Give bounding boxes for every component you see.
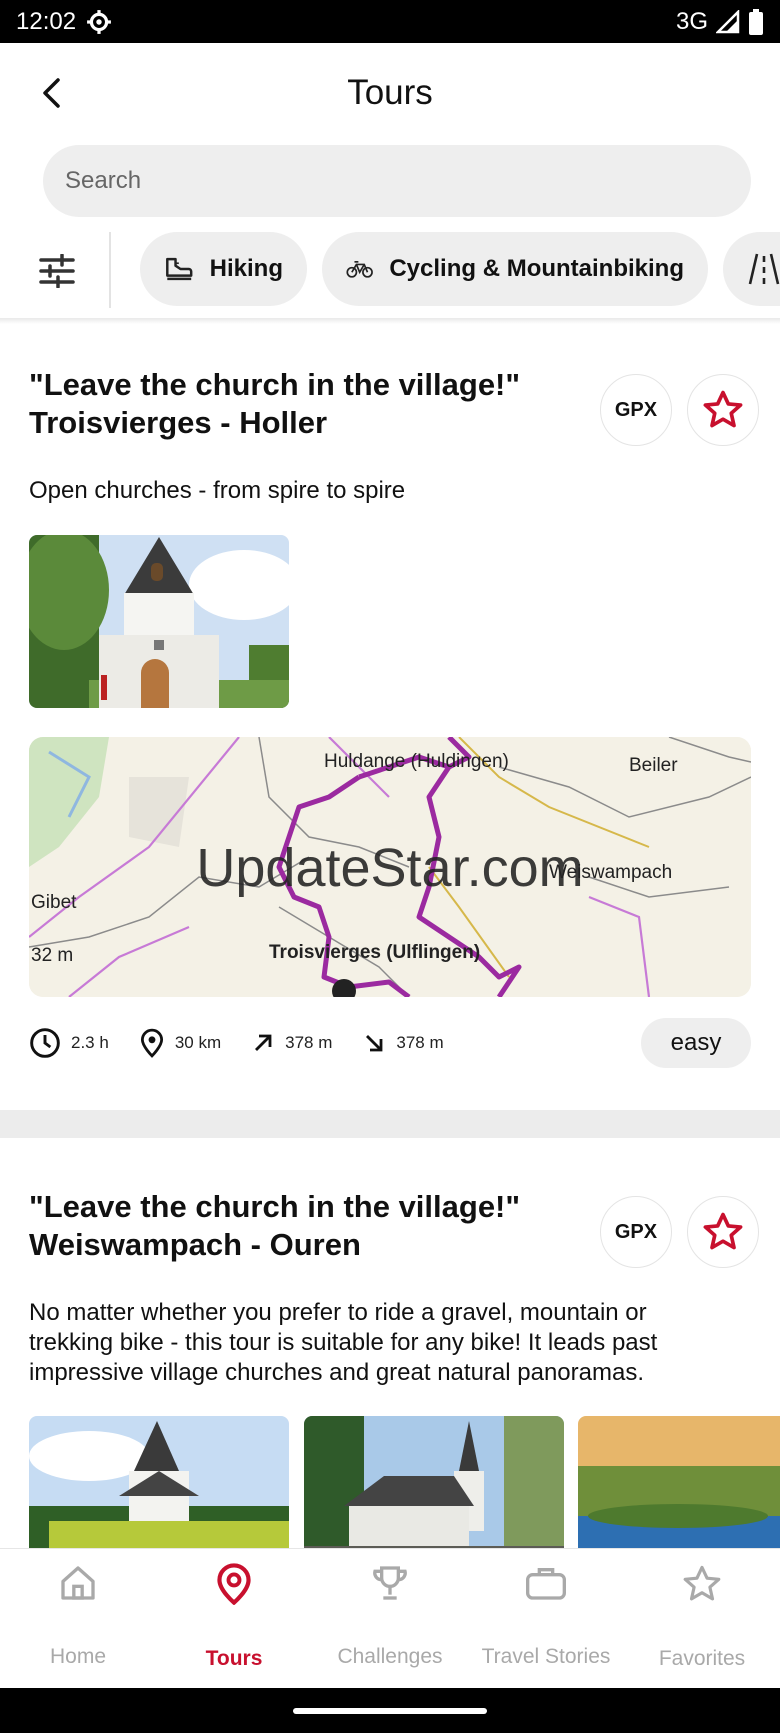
difficulty-badge: easy — [641, 1018, 751, 1068]
nav-favorites[interactable]: Favorites — [624, 1549, 780, 1688]
gpx-label: GPX — [614, 398, 658, 421]
gpx-label: GPX — [614, 1220, 658, 1243]
map-pin-icon — [217, 1563, 251, 1605]
star-outline-icon — [703, 1212, 743, 1250]
network-type: 3G — [675, 7, 708, 35]
stat-ascent: 378 m — [251, 1031, 332, 1055]
bottom-navigation: Home Tours Challenges Travel Stories Fav… — [0, 1548, 780, 1688]
lake-landscape-photo — [578, 1416, 780, 1548]
nav-tours[interactable]: Tours — [156, 1549, 312, 1688]
signal-icon — [716, 9, 740, 33]
location-pin-icon — [140, 1028, 163, 1058]
chip-label: Hiking — [209, 255, 283, 282]
filter-divider — [109, 232, 111, 308]
star-outline-icon — [703, 390, 743, 428]
map-label: Huldange (Huldingen) — [324, 751, 509, 772]
chip-label: Cycling & Mountainbiking — [389, 255, 684, 282]
status-time: 12:02 — [16, 7, 77, 35]
tour-description: No matter whether you prefer to ride a g… — [29, 1299, 658, 1386]
gpx-download-button[interactable]: GPX — [600, 374, 672, 446]
tour-map[interactable]: Huldange (Huldingen) Beiler Weiswampach … — [29, 737, 751, 997]
tour-card[interactable]: "Leave the church in the village!" Weisw… — [0, 1138, 780, 1548]
bicycle-icon — [346, 260, 373, 278]
watermark: UpdateStar.com — [196, 838, 584, 898]
search-input[interactable]: Search — [43, 145, 751, 217]
battery-icon — [749, 8, 763, 35]
descent-value: 378 m — [396, 1033, 444, 1052]
nav-home[interactable]: Home — [0, 1549, 156, 1688]
ascent-value: 378 m — [285, 1033, 333, 1052]
hiking-boot-icon — [166, 257, 193, 281]
tour-title: "Leave the church in the village!" Trois… — [29, 366, 569, 442]
stat-descent: 378 m — [362, 1031, 444, 1055]
road-icon — [748, 253, 780, 285]
map-label: Troisvierges (Ulflingen) — [269, 942, 481, 963]
tour-title: "Leave the church in the village!" Weisw… — [29, 1188, 569, 1264]
star-icon — [683, 1565, 721, 1601]
chip-hiking[interactable]: Hiking — [140, 232, 307, 306]
duration-value: 2.3 h — [71, 1033, 109, 1052]
nav-travel-stories[interactable]: Travel Stories — [468, 1549, 624, 1688]
arrow-down-right-icon — [366, 1035, 383, 1052]
trophy-icon — [373, 1566, 407, 1600]
tour-title-line: "Leave the church in the village!" — [29, 1189, 521, 1224]
arrow-up-right-icon — [255, 1034, 272, 1051]
nav-label: Tours — [205, 1647, 263, 1670]
chapel-photo — [29, 1416, 289, 1548]
filter-settings-button[interactable] — [24, 238, 90, 304]
church-cemetery-photo — [304, 1416, 564, 1548]
church-photo — [29, 535, 289, 708]
home-icon — [61, 1566, 95, 1600]
back-button[interactable] — [30, 71, 74, 115]
app-bar: Tours — [0, 43, 780, 143]
nav-challenges[interactable]: Challenges — [312, 1549, 468, 1688]
tour-title-line: Troisvierges - Holler — [29, 405, 328, 440]
chevron-left-icon — [43, 78, 60, 108]
tour-photo[interactable] — [29, 1416, 289, 1548]
tour-photo[interactable] — [578, 1416, 780, 1548]
tour-photo[interactable] — [304, 1416, 564, 1548]
home-gesture-handle[interactable] — [293, 1708, 487, 1714]
tour-title-line: "Leave the church in the village!" — [29, 367, 521, 402]
map-label: Beiler — [629, 755, 678, 776]
nav-label: Home — [49, 1645, 107, 1668]
map-label: 32 m — [31, 945, 74, 966]
search-placeholder: Search — [65, 167, 142, 194]
stat-duration: 2.3 h — [29, 1027, 109, 1059]
chip-cycling[interactable]: Cycling & Mountainbiking — [322, 232, 708, 306]
tour-description: Open churches - from spire to spire — [29, 477, 406, 504]
tour-stats: 2.3 h 30 km 378 m 378 m easy — [29, 1018, 751, 1068]
gpx-download-button[interactable]: GPX — [600, 1196, 672, 1268]
page-title: Tours — [347, 73, 433, 112]
chip-road[interactable] — [723, 232, 780, 306]
nav-label: Challenges — [337, 1645, 443, 1668]
card-separator — [0, 1110, 780, 1138]
clock-icon — [30, 1028, 60, 1058]
nav-label: Favorites — [658, 1647, 746, 1670]
status-bar: 12:02 3G — [0, 0, 780, 43]
stat-distance: 30 km — [139, 1028, 221, 1058]
nav-label: Travel Stories — [481, 1645, 611, 1668]
settings-gear-icon — [87, 9, 111, 34]
favorite-button[interactable] — [687, 374, 759, 446]
system-navigation-bar — [0, 1688, 780, 1733]
sliders-icon — [39, 254, 75, 288]
distance-value: 30 km — [174, 1033, 222, 1052]
tour-card[interactable]: "Leave the church in the village!" Trois… — [0, 324, 780, 1110]
favorite-button[interactable] — [687, 1196, 759, 1268]
category-filter-bar: Hiking Cycling & Mountainbiking — [0, 228, 780, 318]
tour-photo[interactable] — [29, 535, 289, 708]
briefcase-icon — [526, 1568, 566, 1600]
tour-title-line: Weiswampach - Ouren — [29, 1227, 361, 1262]
